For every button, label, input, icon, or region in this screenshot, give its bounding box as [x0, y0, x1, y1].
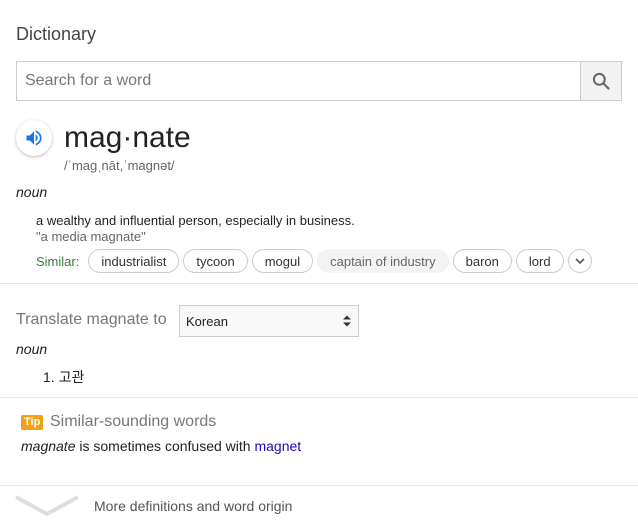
headword: mag·nate — [64, 121, 191, 154]
translate-label: Translate magnate to — [16, 311, 167, 328]
search-box — [16, 61, 622, 101]
similar-label: Similar: — [36, 253, 80, 269]
select-arrows-icon — [343, 315, 351, 327]
search-input[interactable] — [17, 62, 580, 100]
similar-chip-captain-of-industry: captain of industry — [317, 249, 449, 273]
language-select[interactable]: Korean — [179, 305, 359, 337]
tip-title: Similar-sounding words — [50, 413, 217, 430]
tip-text: magnate is sometimes confused with magne… — [21, 438, 301, 454]
similar-chip-mogul[interactable]: mogul — [251, 249, 314, 273]
chevron-down-icon — [574, 258, 585, 265]
dictionary-title: Dictionary — [16, 24, 97, 44]
tip-sentence: is sometimes confused with — [75, 438, 255, 454]
translation-item: 1. 고관 — [43, 369, 85, 385]
similar-words-row: Similar: industrialist tycoon mogul capt… — [36, 249, 592, 273]
tip-word: magnate — [21, 438, 76, 454]
search-icon — [592, 72, 610, 90]
tip-link-magnet[interactable]: magnet — [254, 438, 301, 454]
section-divider — [0, 397, 638, 398]
section-divider — [0, 283, 638, 284]
language-select-value: Korean — [186, 313, 228, 329]
more-definitions-link[interactable]: More definitions and word origin — [94, 498, 292, 514]
pronunciation: /ˈmaɡˌnāt,ˈmaɡnət/ — [64, 158, 175, 173]
tip-badge: Tip — [21, 415, 44, 430]
pronounce-button[interactable] — [16, 120, 52, 156]
similar-chip-industrialist[interactable]: industrialist — [88, 249, 180, 273]
similar-chip-lord[interactable]: lord — [515, 249, 564, 273]
speaker-icon — [26, 130, 42, 146]
translation-part-of-speech: noun — [16, 341, 48, 357]
part-of-speech: noun — [16, 184, 48, 200]
similar-chip-baron[interactable]: baron — [452, 249, 512, 273]
search-button[interactable] — [580, 62, 621, 100]
definition: a wealthy and influential person, especi… — [36, 213, 355, 228]
similar-chip-tycoon[interactable]: tycoon — [183, 249, 248, 273]
chevron-down-icon[interactable] — [14, 494, 80, 518]
expand-similar-button[interactable] — [567, 249, 592, 273]
example-sentence: "a media magnate" — [36, 229, 146, 244]
